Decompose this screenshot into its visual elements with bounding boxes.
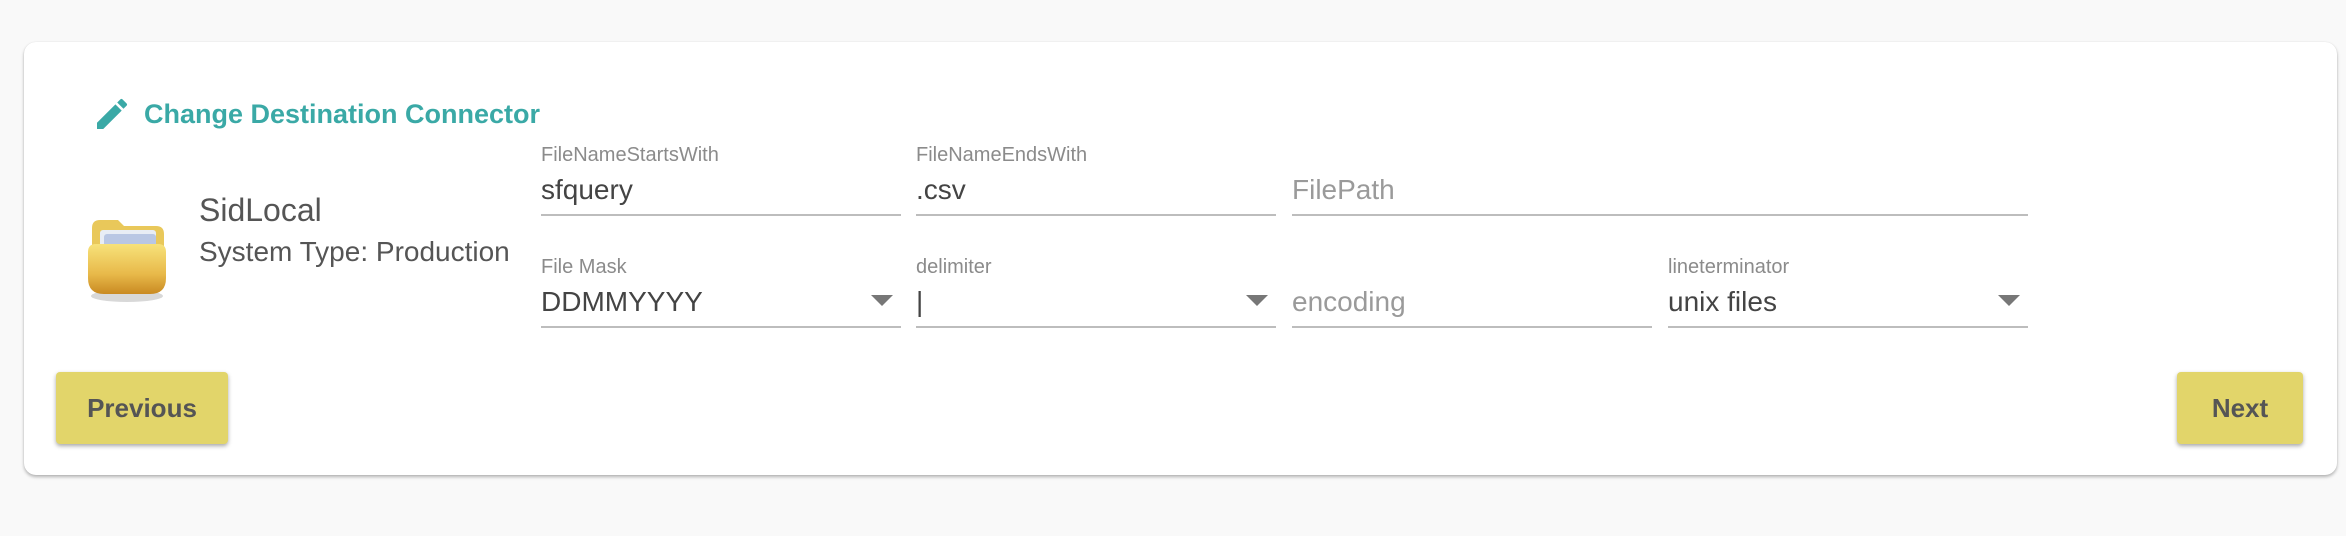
folder-icon [88,220,166,302]
dropdown-arrow-icon[interactable] [1998,295,2020,306]
file-name-starts-with-field[interactable]: FileNameStartsWith sfquery [541,144,901,216]
file-mask-label: File Mask [541,256,627,278]
file-name-ends-with-value: .csv [916,174,966,205]
file-path-placeholder: FilePath [1292,174,1395,205]
change-destination-connector-link[interactable]: Change Destination Connector [92,92,540,136]
field-underline [916,214,1276,216]
file-name-ends-with-field[interactable]: FileNameEndsWith .csv [916,144,1276,216]
file-mask-select[interactable]: File Mask DDMMYYYY [541,256,901,328]
file-mask-value: DDMMYYYY [541,286,703,317]
file-name-starts-with-label: FileNameStartsWith [541,144,719,166]
file-path-field[interactable]: FilePath [1292,144,2028,216]
dropdown-arrow-icon[interactable] [871,295,893,306]
encoding-field[interactable]: encoding [1292,256,1652,328]
lineterminator-label: lineterminator [1668,256,1790,278]
file-name-ends-with-label: FileNameEndsWith [916,144,1088,166]
delimiter-select[interactable]: delimiter | [916,256,1276,328]
lineterminator-value: unix files [1668,286,1777,317]
connector-name: SidLocal [199,192,322,228]
field-underline [1668,326,2028,328]
lineterminator-select[interactable]: lineterminator unix files [1668,256,2028,328]
delimiter-label: delimiter [916,256,992,278]
field-underline [1292,326,1652,328]
pencil-icon [97,98,128,129]
next-button[interactable]: Next [2177,372,2303,444]
change-destination-connector-label: Change Destination Connector [144,98,541,129]
field-underline [916,326,1276,328]
delimiter-value: | [916,286,924,317]
destination-connector-card: Change Destination Connector SidLocal Sy… [24,42,2337,475]
dropdown-arrow-icon[interactable] [1246,295,1268,306]
encoding-placeholder: encoding [1292,286,1406,317]
previous-button[interactable]: Previous [56,372,228,444]
file-name-starts-with-value: sfquery [541,174,633,205]
field-underline [541,214,901,216]
connector-system-type: System Type: Production [199,236,510,267]
field-underline [1292,214,2028,216]
field-underline [541,326,901,328]
